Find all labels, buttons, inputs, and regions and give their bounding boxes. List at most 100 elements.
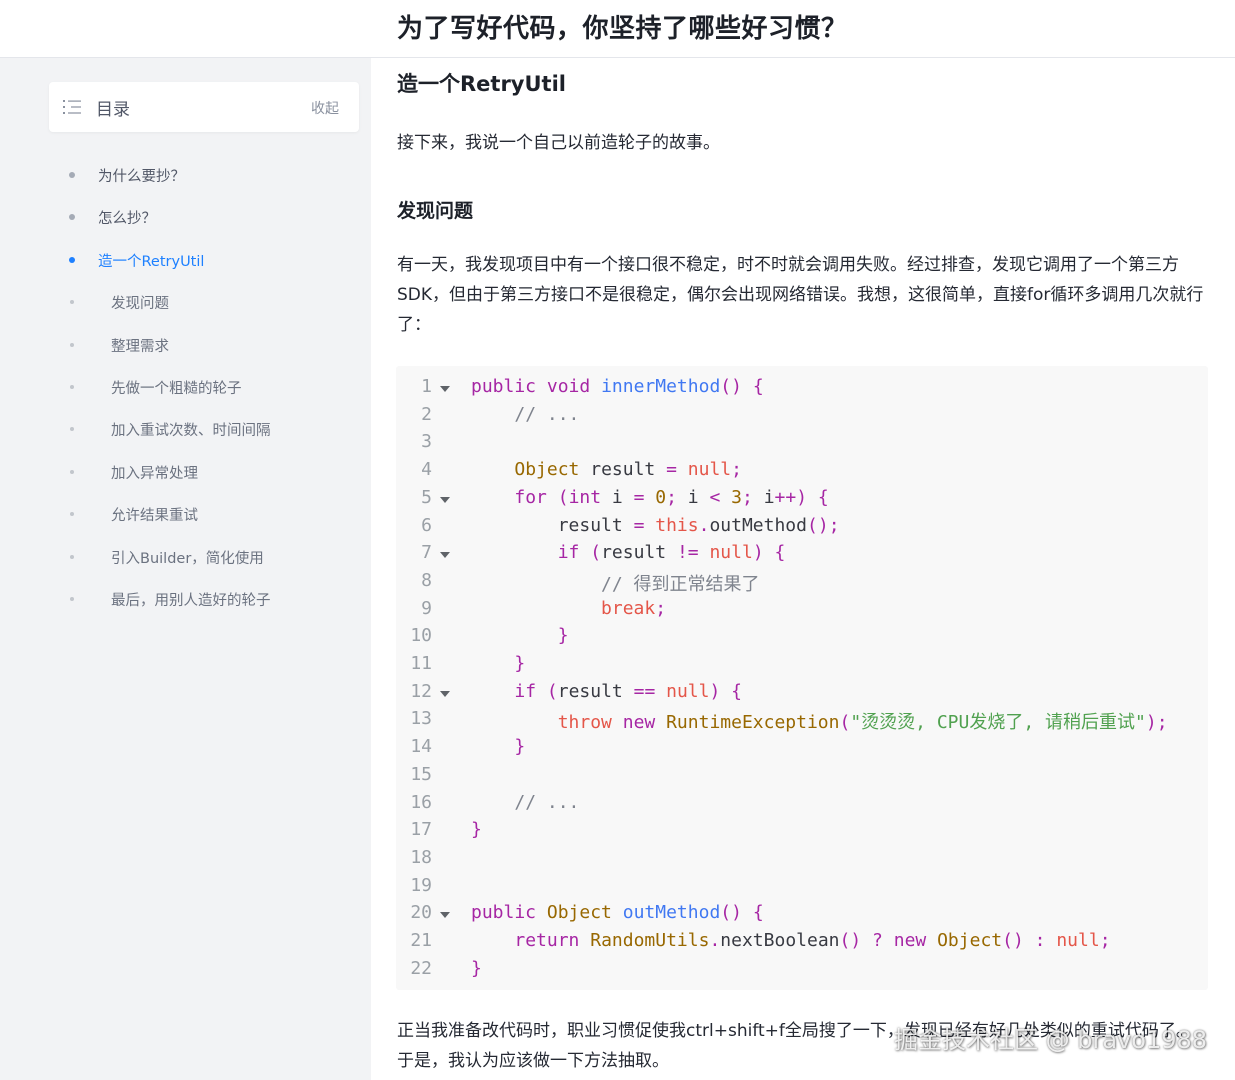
code-text: // ... [514, 791, 580, 813]
watermark: 掘金技术社区 @ bravo1988 [893, 1026, 1207, 1054]
code-text: // 得到正常结果了 [601, 573, 760, 595]
page-title: 为了写好代码，你坚持了哪些好习惯？ [397, 14, 848, 44]
toc-item[interactable]: 发现问题 [60, 287, 360, 329]
problem-paragraph: 有一天，我发现项目中有一个接口很不稳定，时不时就会调用失败。经过排查，发现它调用… [397, 255, 1204, 335]
code-line: 6 result = this.outMethod(); [396, 515, 1208, 543]
line-number: 15 [410, 763, 432, 785]
code-line: 14 } [396, 736, 1208, 764]
code-text: throw new RuntimeException("烫烫烫, CPU发烧了,… [557, 712, 1168, 734]
toc-item[interactable]: 先做一个粗糙的轮子 [60, 372, 360, 414]
bullet-dot-icon [70, 342, 74, 347]
code-line: 3 [396, 431, 1208, 459]
code-line: 17} [396, 819, 1208, 847]
line-number: 3 [421, 431, 432, 453]
toc-item-label: 允许结果重试 [111, 508, 198, 525]
code-line: 5 for (int i = 0; i < 3; i++) { [396, 487, 1208, 515]
line-number: 11 [410, 653, 432, 674]
code-line: 16 // ... [396, 792, 1208, 820]
line-number: 12 [410, 680, 432, 702]
code-line: 20 public Object outMethod() { [396, 902, 1208, 930]
code-line: 7 if (result != null) { [396, 542, 1208, 570]
line-number: 7 [421, 542, 432, 564]
toc-item[interactable]: 加入异常处理 [60, 457, 360, 499]
code-line: 21 return RandomUtils.nextBoolean() ? ne… [396, 930, 1208, 958]
line-number: 4 [421, 459, 432, 481]
code-line: 13 throw new RuntimeException("烫烫烫, CPU发… [396, 708, 1208, 736]
toc-item[interactable]: 加入重试次数、时间间隔 [60, 414, 360, 456]
code-text: return RandomUtils.nextBoolean() ? new O… [514, 930, 1111, 951]
bullet-dot-icon [69, 256, 75, 263]
code-text: break; [601, 597, 667, 619]
toc-item-label: 引入Builder，简化使用 [111, 550, 264, 567]
bullet-dot-icon [70, 596, 74, 601]
toc-item[interactable]: 整理需求 [60, 330, 360, 372]
bullet-dot-icon [69, 214, 75, 221]
subsection-heading: 发现问题 [397, 200, 474, 222]
code-text: public Object outMethod() { [471, 902, 764, 924]
toc-title: 目录 [96, 100, 130, 120]
code-line: 18 [396, 847, 1208, 875]
toc-item[interactable]: 允许结果重试 [60, 499, 360, 541]
section-heading: 造一个RetryUtil [397, 72, 566, 96]
line-number: 16 [410, 791, 432, 813]
line-number: 14 [410, 736, 432, 758]
fold-arrow-icon[interactable] [440, 386, 450, 392]
toc-item-label: 先做一个粗糙的轮子 [111, 380, 242, 397]
toc-item-label: 加入重试次数、时间间隔 [111, 423, 271, 440]
toc-item[interactable]: 怎么抄？ [60, 202, 360, 244]
toc-item-label: 怎么抄？ [98, 211, 156, 228]
line-number: 17 [410, 819, 432, 841]
code-text: public void innerMethod() { [471, 376, 764, 397]
code-block: 1 public void innerMethod() {2 // ... 3 4 O… [396, 366, 1208, 990]
toc-item[interactable]: 造一个RetryUtil [60, 245, 360, 287]
toc-item-label: 造一个RetryUtil [98, 253, 205, 270]
code-text: if (result == null) { [514, 680, 743, 702]
line-number: 13 [410, 708, 432, 730]
toc-item-label: 加入异常处理 [111, 465, 198, 482]
fold-arrow-icon[interactable] [440, 496, 450, 503]
toc-header: 目录 收起 [49, 82, 359, 132]
toc-item-label: 发现问题 [111, 296, 169, 313]
fold-arrow-icon[interactable] [440, 552, 450, 559]
toc-list: 为什么要抄？ 怎么抄？ 造一个RetryUtil 发现问题 整理需求 先做一个粗糙的轮子加… [60, 160, 360, 626]
code-line: 1 public void innerMethod() { [396, 376, 1208, 404]
toc-item[interactable]: 引入Builder，简化使用 [60, 542, 360, 584]
code-line: 2 // ... [396, 404, 1208, 432]
code-text: result = this.outMethod(); [471, 514, 840, 536]
toc-item[interactable]: 最后，用别人造好的轮子 [60, 584, 360, 626]
bullet-dot-icon [69, 172, 75, 178]
fold-arrow-icon[interactable] [440, 912, 450, 919]
bullet-dot-icon [70, 300, 74, 305]
code-line: 15 [396, 764, 1208, 792]
code-line: 8 // 得到正常结果了 [396, 570, 1208, 598]
code-text: // ... [514, 403, 580, 425]
bullet-dot-icon [70, 384, 74, 389]
code-line: 9 break; [396, 598, 1208, 626]
code-text: } [557, 625, 569, 647]
article: 造一个RetryUtil 接下来，我说一个自己以前造轮子的故事。 发现问题 有一… [371, 58, 1235, 1080]
code-text: for (int i = 0; i < 3; i++) { [514, 486, 829, 508]
intro-paragraph: 接下来，我说一个自己以前造轮子的故事。 [397, 133, 720, 153]
code-text: } [514, 736, 526, 758]
code-line: 10 } [396, 625, 1208, 653]
toc-list-icon [63, 100, 81, 114]
toc-collapse-button[interactable]: 收起 [311, 98, 339, 118]
code-text: } [471, 819, 482, 841]
code-text: Object result = null; [514, 459, 742, 481]
line-number: 1 [421, 376, 432, 397]
code-line: 11 } [396, 653, 1208, 681]
toc-item-label: 为什么要抄？ [98, 169, 185, 185]
line-number: 21 [410, 930, 432, 951]
toc-item-label: 整理需求 [111, 338, 169, 355]
bullet-dot-icon [70, 512, 74, 517]
line-number: 20 [410, 902, 432, 924]
line-number: 22 [410, 957, 432, 979]
line-number: 5 [421, 486, 432, 508]
code-line: 22} [396, 958, 1208, 986]
fold-arrow-icon[interactable] [440, 690, 450, 697]
line-number: 9 [421, 597, 432, 619]
code-text: } [514, 653, 526, 674]
line-number: 2 [421, 403, 432, 425]
toc-item[interactable]: 为什么要抄？ [60, 160, 360, 202]
top-bar: 为了写好代码，你坚持了哪些好习惯？ [0, 0, 1235, 58]
